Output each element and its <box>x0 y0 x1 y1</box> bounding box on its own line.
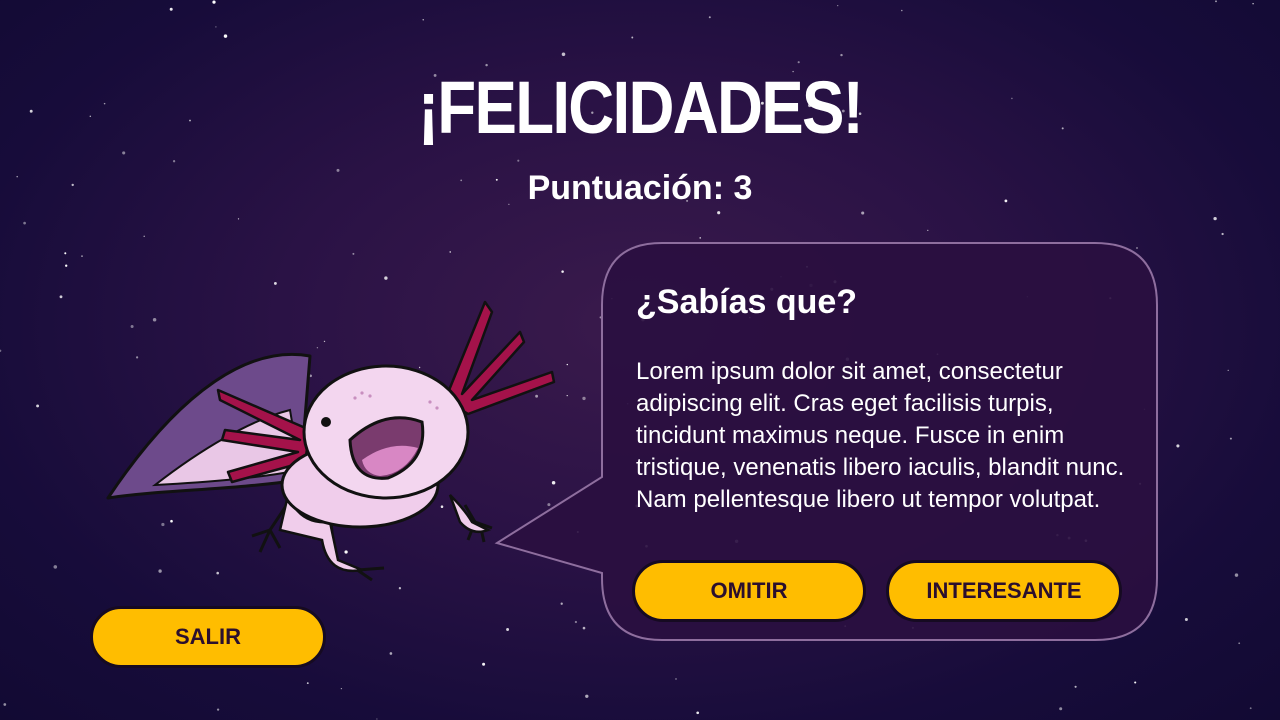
exit-button[interactable]: SALIR <box>90 606 326 668</box>
axolotl-mascot-icon <box>106 300 556 582</box>
interesting-button[interactable]: INTERESANTE <box>886 560 1122 622</box>
skip-button[interactable]: OMITIR <box>632 560 866 622</box>
fact-heading: ¿Sabías que? <box>636 283 858 321</box>
fact-body-text: Lorem ipsum dolor sit amet, consectetur … <box>636 358 1125 513</box>
